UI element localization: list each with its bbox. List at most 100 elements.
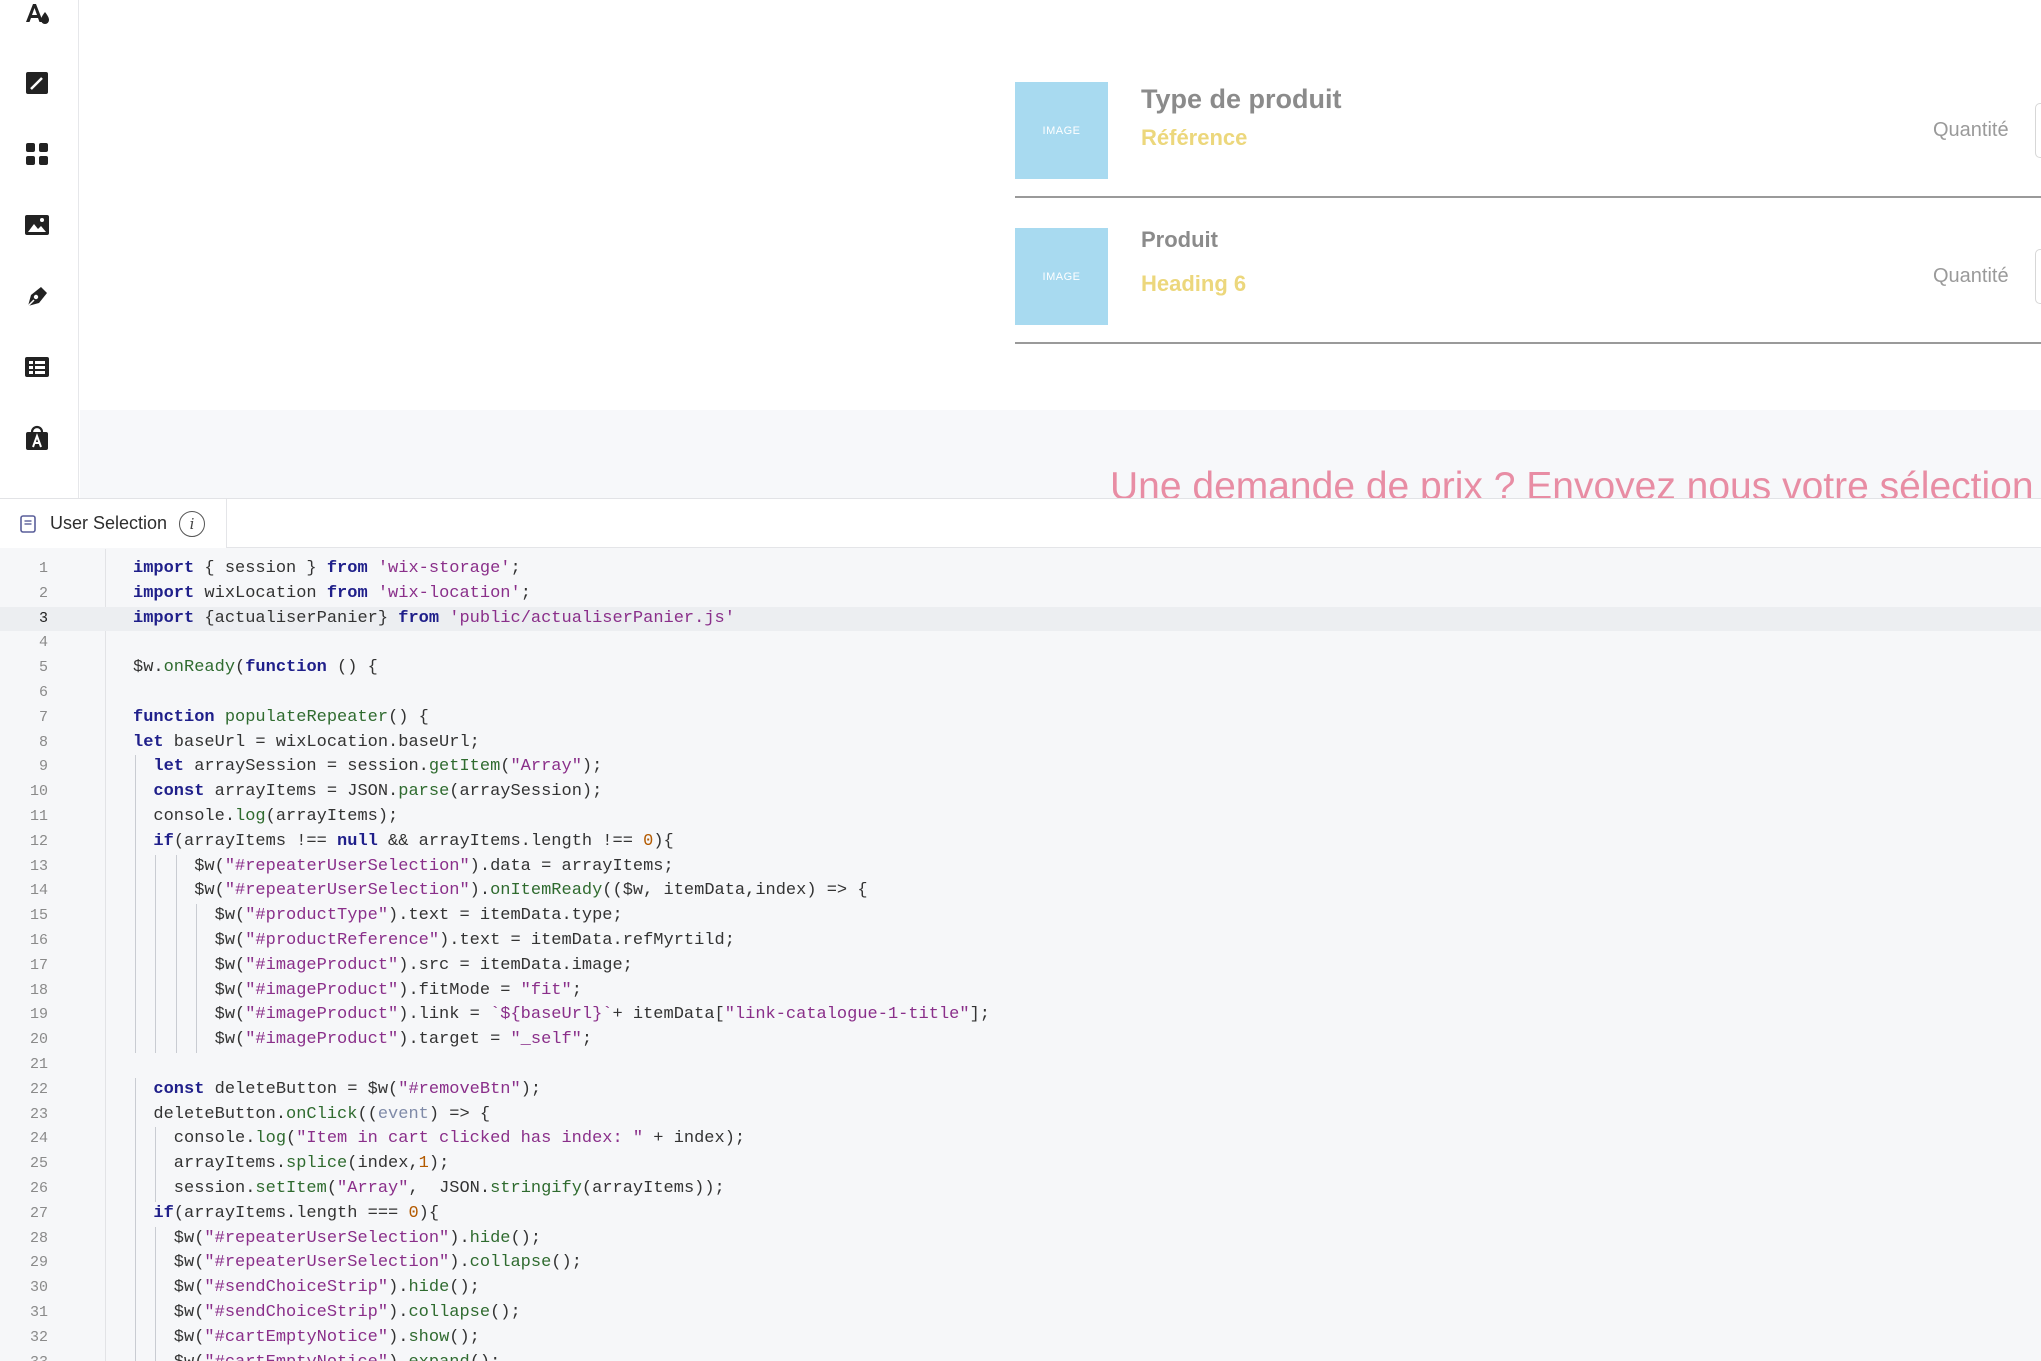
line-number: 13 [29, 857, 48, 875]
line-number: 8 [38, 733, 48, 751]
code-line[interactable]: 32 $w("#cartEmptyNotice").show(); [0, 1325, 2041, 1351]
store-bag-icon[interactable] [20, 421, 54, 455]
line-number: 18 [29, 981, 48, 999]
line-number: 32 [29, 1328, 48, 1346]
code-line[interactable]: 4 [0, 631, 2041, 656]
code-line[interactable]: 6 [0, 681, 2041, 706]
product-reference: Heading 6 [1141, 271, 1247, 296]
code-lines[interactable]: 1 import { session } from 'wix-storage'; 2… [0, 557, 2041, 1361]
code-line[interactable]: 1 import { session } from 'wix-storage'; [0, 557, 2041, 582]
line-number: 20 [29, 1031, 48, 1049]
code-line[interactable]: 31 $w("#sendChoiceStrip").collapse(); [0, 1300, 2041, 1326]
code-line[interactable]: 26 session.setItem("Array", JSON.stringi… [0, 1176, 2041, 1202]
line-number: 10 [29, 783, 48, 801]
product-row[interactable]: IMAGE Type de produit Référence Quantité [1015, 50, 2041, 198]
code-line[interactable]: 27 if(arrayItems.length === 0){ [0, 1201, 2041, 1227]
line-number: 12 [29, 832, 48, 850]
product-row[interactable]: IMAGE Produit Heading 6 Quantité [1015, 196, 2041, 344]
code-text: $w("#imageProduct").fitMode = "fit"; [133, 980, 582, 1000]
code-line[interactable]: 8 let baseUrl = wixLocation.baseUrl; [0, 731, 2041, 756]
tab-title: User Selection [50, 513, 168, 533]
code-text: console.log(arrayItems); [133, 806, 399, 826]
line-number: 5 [38, 659, 48, 677]
code-text: arrayItems.splice(index,1); [133, 1154, 450, 1174]
line-number: 25 [29, 1155, 48, 1173]
code-line[interactable]: 30 $w("#sendChoiceStrip").hide(); [0, 1276, 2041, 1301]
code-text: $w("#repeaterUserSelection").collapse(); [133, 1253, 582, 1273]
line-number: 22 [29, 1080, 48, 1098]
code-line[interactable]: 17 $w("#imageProduct").src = itemData.im… [0, 953, 2041, 979]
code-line[interactable]: 7 function populateRepeater() { [0, 706, 2041, 731]
edit-box-icon[interactable] [20, 66, 54, 100]
code-text: if(arrayItems !== null && arrayItems.len… [153, 831, 674, 851]
product-image[interactable]: IMAGE [1015, 228, 1108, 325]
code-text: $w("#imageProduct").target = "_self"; [133, 1030, 593, 1050]
code-text: session.setItem("Array", JSON.stringify(… [133, 1178, 725, 1198]
code-panel: User Selection i 1 import { session } fro… [0, 498, 2041, 1361]
code-text: deleteButton.onClick((event) => { [133, 1104, 491, 1124]
code-line[interactable]: 23 deleteButton.onClick((event) => { [0, 1102, 2041, 1128]
quantity-input[interactable] [2035, 103, 2041, 158]
table-list-icon[interactable] [20, 350, 54, 384]
product-type: Type de produit [1141, 84, 1342, 114]
line-number: 24 [29, 1130, 48, 1148]
code-text: $w("#productReference").text = itemData.… [133, 930, 735, 950]
code-text: $w("#repeaterUserSelection").onItemReady… [133, 881, 868, 901]
quantity-label: Quantité [1933, 265, 2009, 287]
info-icon[interactable]: i [179, 510, 206, 537]
code-text: $w("#cartEmptyNotice").show(); [133, 1327, 480, 1347]
code-line[interactable]: 28 $w("#repeaterUserSelection").hide(); [0, 1226, 2041, 1252]
line-number: 11 [29, 807, 48, 825]
line-number: 33 [0, 1351, 48, 1361]
code-line[interactable]: 25 arrayItems.splice(index,1); [0, 1152, 2041, 1177]
apps-grid-icon[interactable] [20, 137, 54, 171]
code-text: if(arrayItems.length === 0){ [153, 1203, 440, 1223]
code-editor[interactable]: 1 import { session } from 'wix-storage'; 2… [0, 549, 2041, 1361]
code-line[interactable]: 33 $w("#cartEmptyNotice").expand(); [0, 1350, 2041, 1361]
code-line[interactable]: 20 $w("#imageProduct").target = "_self"; [0, 1028, 2041, 1053]
code-line[interactable]: 9 let arraySession = session.getItem("Ar… [0, 755, 2041, 781]
line-number: 27 [29, 1204, 48, 1222]
code-text: let baseUrl = wixLocation.baseUrl; [133, 732, 480, 752]
tab-user-selection[interactable]: User Selection i [0, 499, 227, 548]
code-line[interactable]: 10 const arrayItems = JSON.parse(arraySe… [0, 780, 2041, 805]
pen-tool-icon[interactable] [20, 279, 54, 313]
code-line[interactable]: 11 console.log(arrayItems); [0, 804, 2041, 830]
code-line[interactable]: 14 $w("#repeaterUserSelection").onItemRe… [0, 879, 2041, 905]
text-style-icon[interactable] [20, 0, 54, 30]
code-line[interactable]: 3 import {actualiserPanier} from 'public/… [0, 606, 2041, 632]
code-line[interactable]: 22 const deleteButton = $w("#removeBtn")… [0, 1077, 2041, 1103]
code-text: $w("#productType").text = itemData.type; [133, 906, 623, 926]
code-text: $w("#repeaterUserSelection").hide(); [133, 1228, 542, 1248]
code-text: const deleteButton = $w("#removeBtn"); [153, 1079, 542, 1099]
code-line[interactable]: 15 $w("#productType").text = itemData.ty… [0, 904, 2041, 929]
image-placeholder-label: IMAGE [1042, 124, 1081, 137]
code-line[interactable]: 5 $w.onReady(function () { [0, 656, 2041, 681]
code-line[interactable]: 16 $w("#productReference").text = itemDa… [0, 928, 2041, 954]
line-number: 21 [29, 1055, 48, 1073]
image-icon[interactable] [20, 208, 54, 242]
code-text: $w("#repeaterUserSelection").data = arra… [133, 856, 674, 876]
code-text: $w.onReady(function () { [133, 658, 378, 678]
code-line[interactable]: 24 console.log("Item in cart clicked has… [0, 1127, 2041, 1153]
code-line[interactable]: 19 $w("#imageProduct").link = `${baseUrl… [0, 1003, 2041, 1029]
code-tab-bar: User Selection i [0, 499, 2041, 548]
code-line[interactable]: 18 $w("#imageProduct").fitMode = "fit"; [0, 978, 2041, 1004]
code-line[interactable]: 21 [0, 1053, 2041, 1078]
code-text: const arrayItems = JSON.parse(arraySessi… [153, 782, 603, 802]
code-line[interactable]: 13 $w("#repeaterUserSelection").data = a… [0, 854, 2041, 880]
line-number: 28 [29, 1229, 48, 1247]
code-text: import wixLocation from 'wix-location'; [133, 583, 531, 603]
code-line[interactable]: 29 $w("#repeaterUserSelection").collapse… [0, 1251, 2041, 1277]
product-image[interactable]: IMAGE [1015, 82, 1108, 179]
code-line[interactable]: 12 if(arrayItems !== null && arrayItems.… [0, 829, 2041, 855]
code-text: function populateRepeater() { [133, 707, 429, 727]
code-text: $w("#imageProduct").src = itemData.image… [133, 955, 633, 975]
quantity-input[interactable] [2035, 249, 2041, 304]
line-number: 9 [38, 758, 48, 776]
line-number: 19 [29, 1006, 48, 1024]
left-tool-rail [0, 0, 79, 498]
code-line[interactable]: 2 import wixLocation from 'wix-location'; [0, 582, 2041, 607]
line-number: 31 [29, 1303, 48, 1321]
code-text: $w("#sendChoiceStrip").collapse(); [133, 1302, 521, 1322]
